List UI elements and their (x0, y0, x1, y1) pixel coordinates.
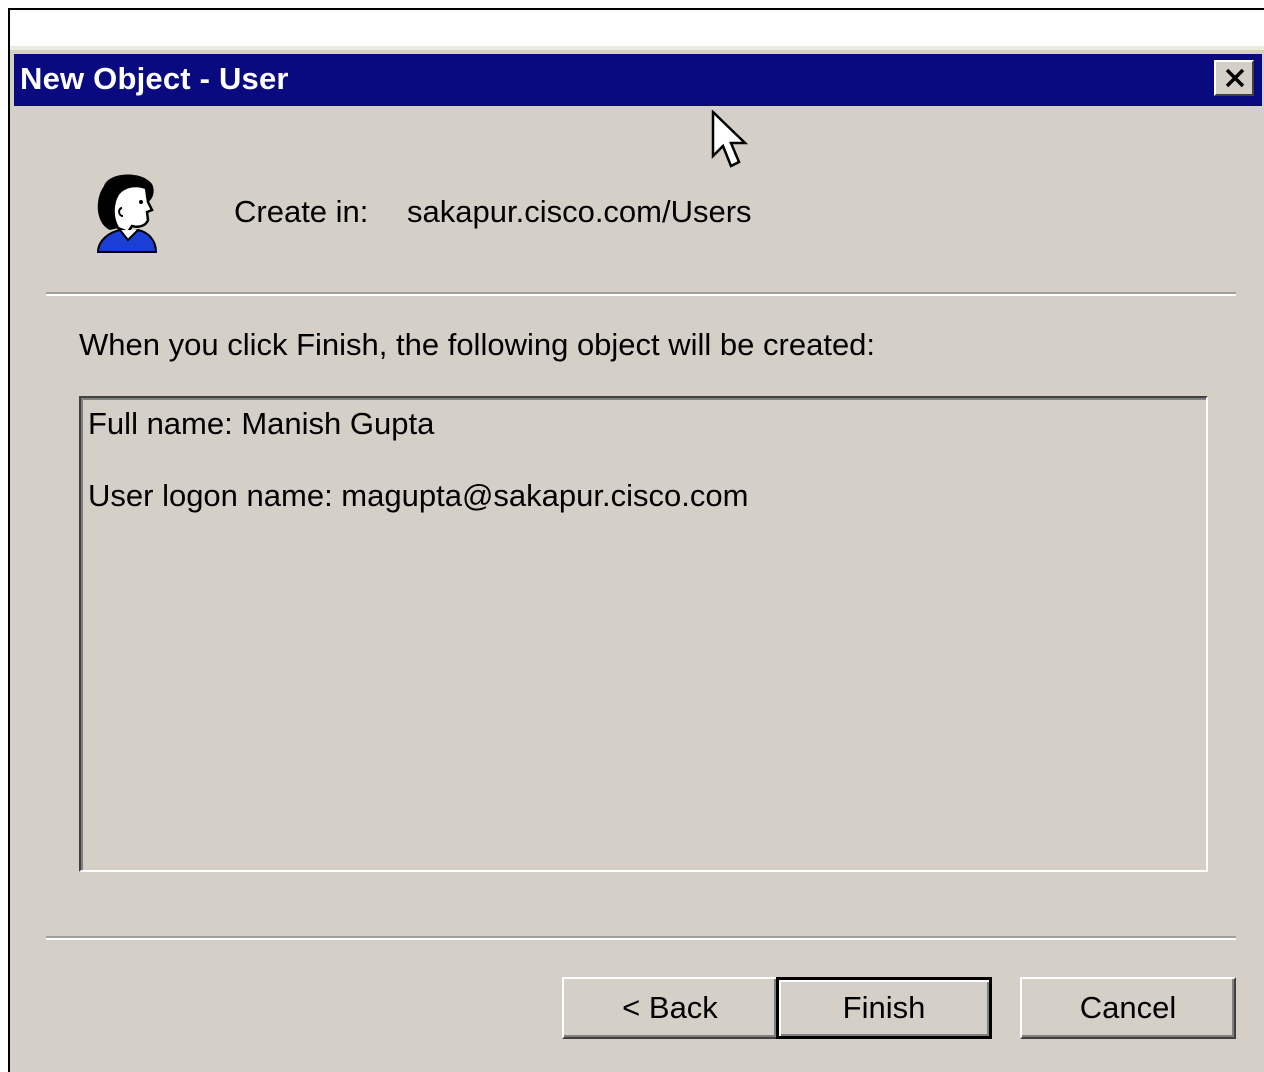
user-icon (96, 174, 158, 253)
info-text: When you click Finish, the following obj… (79, 327, 876, 362)
header-separator (46, 292, 1236, 296)
summary-box: Full name: Manish Gupta User logon name:… (79, 396, 1208, 872)
close-button[interactable] (1214, 60, 1254, 96)
close-icon (1225, 68, 1245, 88)
logon-name-line: User logon name: magupta@sakapur.cisco.c… (88, 478, 749, 513)
title-bar: New Object - User (14, 54, 1262, 106)
finish-button[interactable]: Finish (776, 977, 992, 1039)
window-title: New Object - User (20, 61, 289, 96)
full-name-line: Full name: Manish Gupta (88, 406, 435, 441)
back-button[interactable]: < Back (562, 977, 778, 1039)
mouse-pointer-icon (711, 110, 749, 168)
create-in-path: sakapur.cisco.com/Users (407, 194, 752, 229)
create-in-label: Create in: (234, 194, 369, 229)
footer-separator (46, 936, 1236, 940)
cancel-button[interactable]: Cancel (1020, 977, 1236, 1039)
